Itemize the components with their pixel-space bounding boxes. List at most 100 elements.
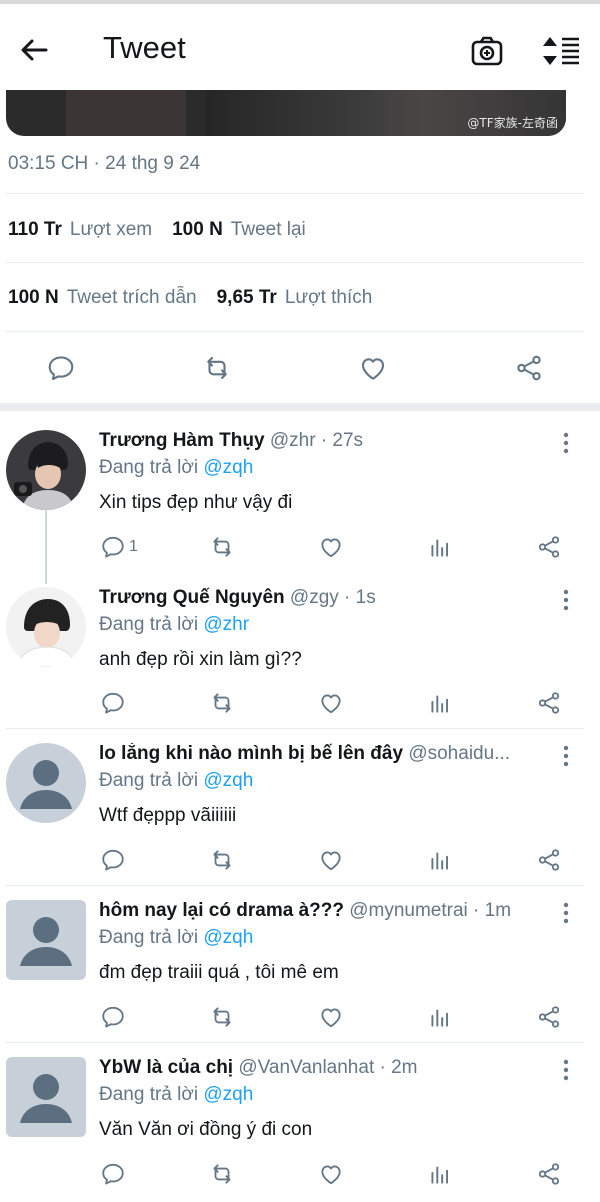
stats-icon[interactable] [427, 534, 453, 560]
like-icon[interactable] [318, 1004, 344, 1030]
replying-prefix: Đang trả lời [99, 1084, 199, 1105]
camera-icon[interactable] [470, 34, 504, 68]
reply-icon[interactable] [100, 1161, 126, 1187]
reply-text: anh đẹp rồi xin làm gì?? [99, 649, 302, 670]
reply-icon[interactable] [100, 847, 126, 873]
replying-prefix: Đang trả lời [99, 927, 199, 948]
reply-author[interactable]: hôm nay lại có drama à??? @mynumetrai · … [99, 900, 549, 922]
reply-text: đm đẹp traiii quá , tôi mê em [99, 962, 339, 983]
share-icon[interactable] [536, 1004, 562, 1030]
section-divider [0, 403, 600, 411]
reply-text: Xin tips đẹp như vậy đi [99, 492, 293, 513]
replying-handle-link[interactable]: @zhr [203, 614, 249, 635]
more-options-icon[interactable] [558, 589, 574, 611]
quotes-label[interactable]: Tweet trích dẫn [67, 287, 197, 308]
avatar[interactable] [6, 1057, 86, 1137]
retweet-icon[interactable] [209, 847, 235, 873]
reply-action-bar [0, 1161, 600, 1189]
display-name[interactable]: YbW là của chị [99, 1057, 233, 1078]
likes-label[interactable]: Lượt thích [285, 287, 373, 308]
replying-to: Đang trả lời @zqh [99, 927, 253, 949]
avatar[interactable] [6, 430, 86, 510]
avatar[interactable] [6, 900, 86, 980]
replying-to: Đang trả lời @zqh [99, 457, 253, 479]
reply-author[interactable]: lo lắng khi nào mình bị bế lên đây @soha… [99, 743, 549, 765]
handle-time: @VanVanlanhat · 2m [238, 1057, 418, 1078]
more-options-icon[interactable] [558, 745, 574, 767]
stats-row-views: 110 Tr Lượt xem 100 N Tweet lại [8, 219, 326, 241]
replying-handle-link[interactable]: @zqh [203, 1084, 253, 1105]
stats-icon[interactable] [427, 1004, 453, 1030]
tweet-action-bar [0, 345, 600, 395]
views-label: Lượt xem [69, 219, 153, 240]
handle-time: @sohaidu... [408, 743, 511, 764]
replying-to: Đang trả lời @zqh [99, 770, 253, 792]
more-options-icon[interactable] [558, 1059, 574, 1081]
like-icon[interactable] [318, 690, 344, 716]
like-icon[interactable] [318, 534, 344, 560]
share-icon[interactable] [536, 534, 562, 560]
reply-tweet[interactable]: hôm nay lại có drama à??? @mynumetrai · … [0, 900, 600, 1040]
reply-tweet[interactable]: Trương Quế Nguyên @zgy · 1s Đang trả lời… [0, 587, 600, 727]
likes-count[interactable]: 9,65 Tr [217, 287, 277, 308]
reply-author[interactable]: Trương Hàm Thụy @zhr · 27s [99, 430, 549, 452]
views-count: 110 Tr [8, 219, 62, 240]
reply-tweet[interactable]: Trương Hàm Thụy @zhr · 27s Đang trả lời … [0, 430, 600, 570]
retweets-label[interactable]: Tweet lại [231, 219, 306, 240]
tweet-image[interactable]: @TF家族-左奇函 [6, 90, 566, 136]
retweet-icon[interactable] [209, 1161, 235, 1187]
retweet-icon[interactable] [209, 1004, 235, 1030]
avatar[interactable] [6, 743, 86, 823]
display-name[interactable]: hôm nay lại có drama à??? [99, 900, 344, 921]
page-title: Tweet [103, 30, 186, 65]
like-icon[interactable] [358, 353, 388, 383]
retweets-count[interactable]: 100 N [172, 219, 223, 240]
share-icon[interactable] [514, 353, 544, 383]
stats-icon[interactable] [427, 690, 453, 716]
avatar-photo [6, 587, 86, 667]
retweet-icon[interactable] [209, 690, 235, 716]
reply-author[interactable]: YbW là của chị @VanVanlanhat · 2m [99, 1057, 549, 1079]
stats-icon[interactable] [427, 847, 453, 873]
sort-icon[interactable] [540, 34, 582, 68]
arrow-left-icon[interactable] [18, 34, 50, 66]
handle-time: @zhr · 27s [269, 430, 364, 451]
reply-action-bar [0, 1004, 600, 1032]
like-icon[interactable] [318, 1161, 344, 1187]
reply-tweet[interactable]: lo lắng khi nào mình bị bế lên đây @soha… [0, 743, 600, 883]
quotes-count[interactable]: 100 N [8, 287, 59, 308]
reply-icon[interactable] [100, 1004, 126, 1030]
image-region [66, 90, 186, 136]
display-name[interactable]: Trương Hàm Thụy [99, 430, 265, 451]
display-name[interactable]: Trương Quế Nguyên [99, 587, 285, 608]
retweet-icon[interactable] [202, 353, 232, 383]
replying-prefix: Đang trả lời [99, 614, 199, 635]
replying-handle-link[interactable]: @zqh [203, 457, 253, 478]
reply-icon[interactable] [100, 534, 126, 560]
display-name[interactable]: lo lắng khi nào mình bị bế lên đây [99, 743, 403, 764]
top-app-bar: Tweet [0, 0, 600, 90]
share-icon[interactable] [536, 847, 562, 873]
reply-text: Wtf đẹppp vãiiiiii [99, 805, 237, 826]
more-options-icon[interactable] [558, 902, 574, 924]
reply-text: Văn Văn ơi đồng ý đi con [99, 1119, 313, 1140]
retweet-icon[interactable] [209, 534, 235, 560]
replying-handle-link[interactable]: @zqh [203, 927, 253, 948]
replying-prefix: Đang trả lời [99, 457, 199, 478]
replying-handle-link[interactable]: @zqh [203, 770, 253, 791]
like-icon[interactable] [318, 847, 344, 873]
default-avatar-icon [6, 900, 86, 980]
reply-icon[interactable] [100, 690, 126, 716]
stats-icon[interactable] [427, 1161, 453, 1187]
divider [6, 728, 584, 729]
reply-author[interactable]: Trương Quế Nguyên @zgy · 1s [99, 587, 549, 609]
avatar[interactable] [6, 587, 86, 667]
image-watermark: @TF家族-左奇函 [467, 116, 558, 130]
share-icon[interactable] [536, 690, 562, 716]
reply-icon[interactable] [46, 353, 76, 383]
share-icon[interactable] [536, 1161, 562, 1187]
reply-tweet[interactable]: YbW là của chị @VanVanlanhat · 2m Đang t… [0, 1057, 600, 1197]
divider [6, 262, 584, 263]
default-avatar-icon [6, 1057, 86, 1137]
more-options-icon[interactable] [558, 432, 574, 454]
